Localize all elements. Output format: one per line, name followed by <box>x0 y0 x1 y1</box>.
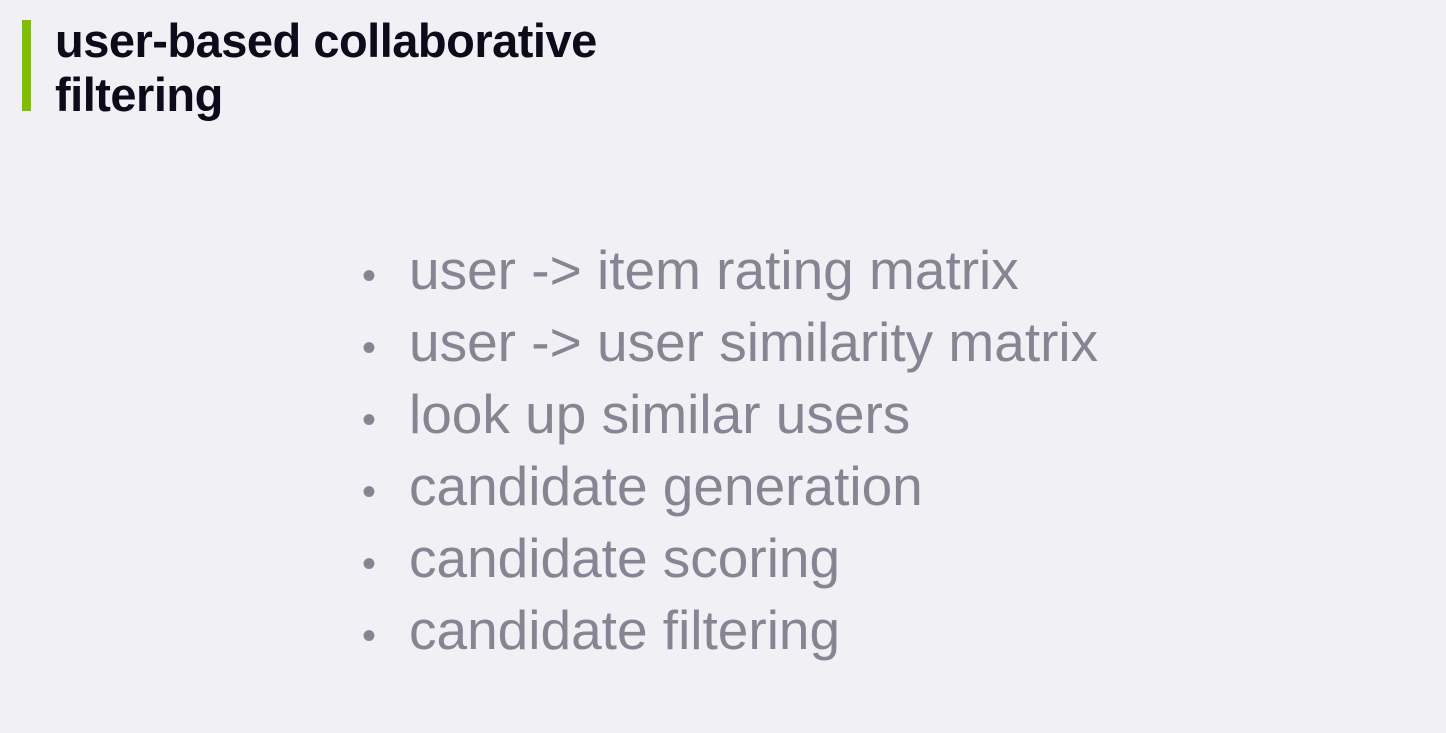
bullet-text: candidate generation <box>409 455 923 517</box>
bullet-text: look up similar users <box>409 383 911 445</box>
bullet-dot-icon: • <box>362 470 377 514</box>
bullet-text: candidate scoring <box>409 527 841 589</box>
bullet-item: • candidate generation <box>362 450 1098 522</box>
bullet-item: • candidate scoring <box>362 522 1098 594</box>
bullet-dot-icon: • <box>362 254 377 298</box>
bullet-item: • look up similar users <box>362 378 1098 450</box>
bullet-text: user -> item rating matrix <box>409 239 1019 301</box>
bullet-list: • user -> item rating matrix • user -> u… <box>362 234 1098 666</box>
bullet-item: • candidate filtering <box>362 594 1098 666</box>
slide: user-based collaborative filtering • use… <box>0 0 1446 733</box>
bullet-text: candidate filtering <box>409 599 841 661</box>
bullet-item: • user -> item rating matrix <box>362 234 1098 306</box>
bullet-dot-icon: • <box>362 614 377 658</box>
bullet-item: • user -> user similarity matrix <box>362 306 1098 378</box>
title-accent-bar <box>22 20 31 111</box>
bullet-dot-icon: • <box>362 398 377 442</box>
bullet-dot-icon: • <box>362 326 377 370</box>
bullet-dot-icon: • <box>362 542 377 586</box>
slide-title: user-based collaborative filtering <box>55 14 597 121</box>
bullet-text: user -> user similarity matrix <box>409 311 1099 373</box>
